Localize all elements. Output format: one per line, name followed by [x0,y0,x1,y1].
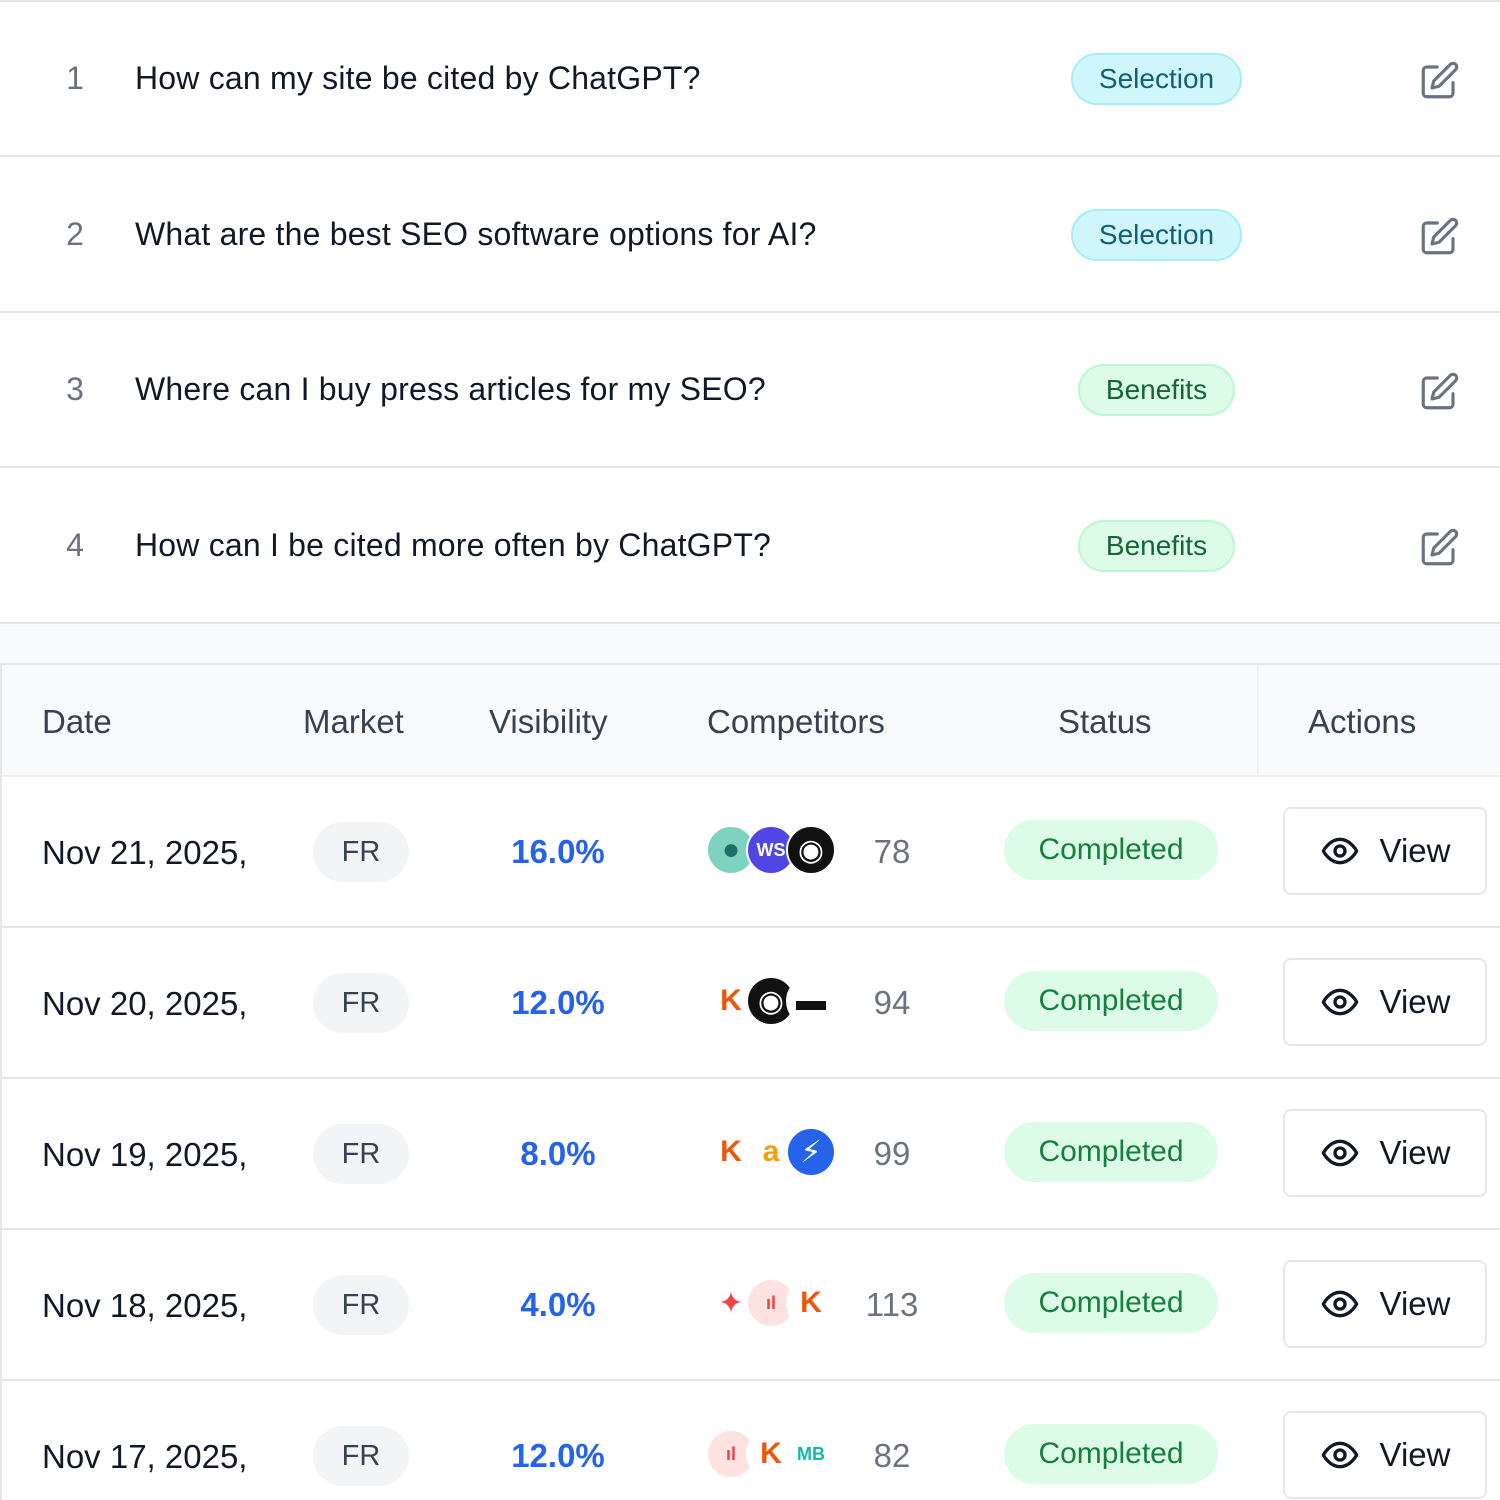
intent-tag: Benefits [1078,520,1235,572]
prompt-text: How can I be cited more often by ChatGPT… [135,527,772,563]
table-row: Nov 19, 2025, FR 8.0% Ka ⚡ 99 Completed V… [2,1079,1500,1230]
visibility-value: 12.0% [511,984,605,1021]
market-badge: FR [313,1426,409,1486]
run-date: Nov 17, 2025, [42,1438,248,1475]
edit-prompt-button[interactable] [1418,60,1460,102]
run-date: Nov 20, 2025, [42,985,248,1022]
intent-tag: Selection [1071,53,1242,105]
status-badge: Completed [1004,1122,1218,1182]
edit-icon [1421,372,1459,410]
status-badge: Completed [1004,1273,1218,1333]
visibility-value: 16.0% [511,833,605,870]
edit-icon [1421,528,1459,566]
run-date: Nov 19, 2025, [42,1136,248,1173]
market-badge: FR [313,822,409,882]
view-button[interactable]: View [1283,1109,1487,1197]
prompts-list: 1 How can my site be cited by ChatGPT? S… [0,0,1500,625]
eye-icon [1321,837,1358,865]
view-button-label: View [1379,832,1451,869]
visibility-value: 12.0% [511,1437,605,1474]
table-row: Nov 17, 2025, FR 12.0% ıl K MB 82 Complete… [2,1381,1500,1500]
penguin-logo-icon: ◉ [786,825,836,875]
view-button[interactable]: View [1283,1260,1487,1348]
edit-prompt-button[interactable] [1418,371,1460,413]
black-bars-logo-icon: ▬ [786,976,836,1026]
competitor-count: 94 [873,984,911,1021]
prompt-number: 1 [66,60,84,96]
prompt-text: What are the best SEO software options f… [135,216,817,252]
edit-prompt-button[interactable] [1418,527,1460,569]
eye-icon [1321,1290,1358,1318]
bolt-logo-icon: ⚡ [786,1127,836,1177]
view-button[interactable]: View [1283,958,1487,1046]
competitor-count: 78 [873,833,911,870]
edit-icon [1421,217,1459,255]
column-header-market[interactable]: Market [303,703,404,741]
view-button-label: View [1379,1436,1451,1473]
prompt-number: 2 [66,216,84,252]
view-button-label: View [1379,1134,1451,1171]
k-logo-icon: K [786,1278,836,1328]
eye-icon [1321,988,1358,1016]
prompt-row: 4 How can I be cited more often by ChatG… [0,469,1500,624]
market-badge: FR [313,1124,409,1184]
competitor-count: 82 [873,1437,911,1474]
status-badge: Completed [1004,820,1218,880]
view-button[interactable]: View [1283,807,1487,895]
market-badge: FR [313,1275,409,1335]
competitor-count: 113 [865,1286,919,1323]
table-row: Nov 21, 2025, FR 16.0% ● WS ◉ 78 Completed… [2,777,1500,928]
section-divider [0,625,1500,663]
edit-prompt-button[interactable] [1418,216,1460,258]
view-button-label: View [1379,1285,1451,1322]
prompt-number: 3 [66,371,84,407]
intent-tag: Selection [1071,209,1242,261]
prompt-row: 2 What are the best SEO software options… [0,158,1500,313]
view-button-label: View [1379,983,1451,1020]
column-header-date[interactable]: Date [42,703,112,741]
table-row: Nov 20, 2025, FR 12.0% K ◉ ▬ 94 Completed … [2,928,1500,1079]
competitor-logos: ● WS ◉ [706,825,838,875]
prompt-row: 1 How can my site be cited by ChatGPT? S… [0,2,1500,157]
intent-tag: Benefits [1078,364,1235,416]
competitor-logos: Ka ⚡ [706,1127,838,1177]
competitor-logos: ıl K MB [706,1429,838,1479]
competitor-count: 99 [873,1135,911,1172]
column-header-actions: Actions [1308,703,1417,740]
mb-logo-icon: MB [786,1429,836,1479]
prompt-text: How can my site be cited by ChatGPT? [135,60,701,96]
view-button[interactable]: View [1283,1411,1487,1499]
visibility-value: 8.0% [520,1135,596,1172]
column-divider [1257,665,1259,777]
eye-icon [1321,1139,1358,1167]
table-row: Nov 18, 2025, FR 4.0% ✦ ıl K 113 Completed… [2,1230,1500,1381]
eye-icon [1321,1441,1358,1469]
prompt-text: Where can I buy press articles for my SE… [135,371,766,407]
runs-table: Date Market Visibility Competitors Statu… [0,663,1500,1500]
run-date: Nov 21, 2025, [42,834,248,871]
run-date: Nov 18, 2025, [42,1287,248,1324]
visibility-value: 4.0% [520,1286,596,1323]
market-badge: FR [313,973,409,1033]
competitor-logos: ✦ ıl K [706,1278,838,1328]
prompt-row: 3 Where can I buy press articles for my … [0,313,1500,468]
status-badge: Completed [1004,1424,1218,1484]
column-header-visibility[interactable]: Visibility [489,703,608,741]
table-header: Date Market Visibility Competitors Statu… [2,665,1500,777]
column-header-status[interactable]: Status [1058,703,1152,741]
status-badge: Completed [1004,971,1218,1031]
competitor-logos: K ◉ ▬ [706,976,838,1026]
column-header-competitors[interactable]: Competitors [707,703,885,741]
edit-icon [1421,61,1459,99]
prompt-number: 4 [66,527,84,563]
